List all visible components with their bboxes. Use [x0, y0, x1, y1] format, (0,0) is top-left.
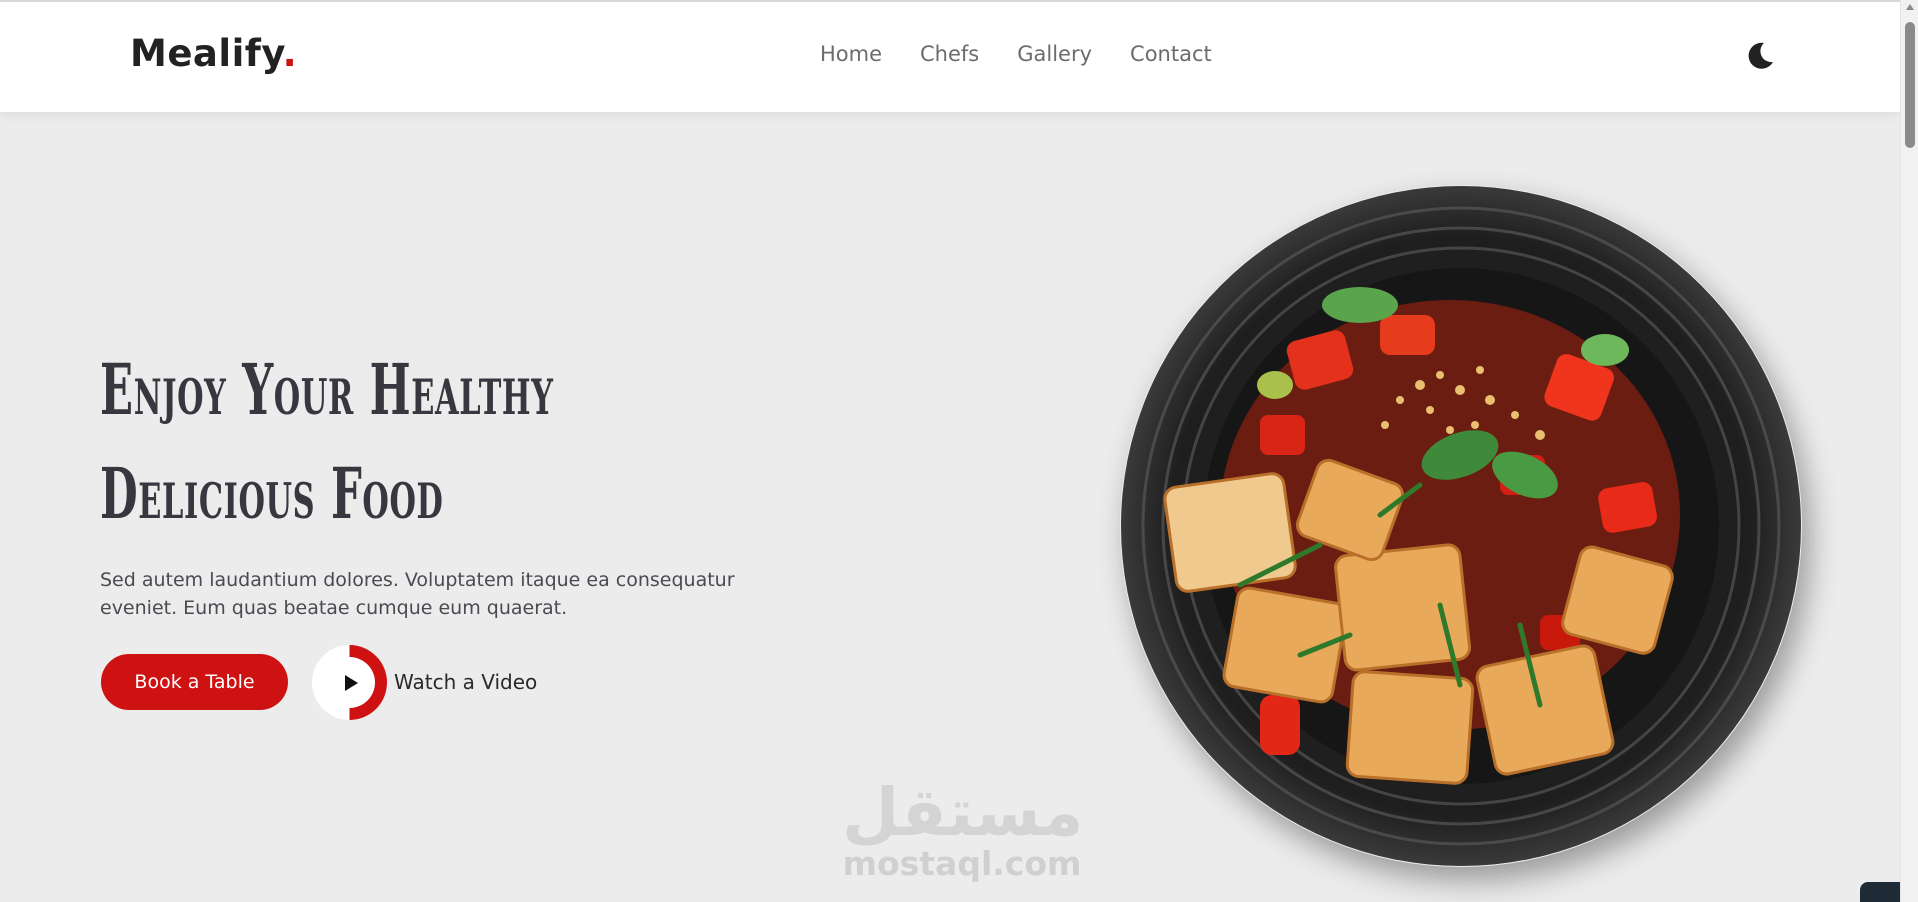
scroll-thumb[interactable] — [1905, 22, 1915, 148]
hero-title-line1: Enjoy Your Healthy — [100, 348, 554, 431]
nav-home[interactable]: Home — [820, 42, 882, 66]
hero-title: Enjoy Your Healthy Delicious Food — [100, 338, 554, 546]
watch-video-label[interactable]: Watch a Video — [394, 670, 537, 694]
moon-icon[interactable] — [1744, 40, 1776, 72]
page-scrollbar[interactable] — [1900, 0, 1918, 902]
site-header: Mealify. Home Chefs Gallery Contact — [0, 0, 1900, 112]
watermark-latin: mostaql.com — [842, 844, 1082, 883]
nav-chefs[interactable]: Chefs — [920, 42, 979, 66]
watermark-arabic: مستقل — [842, 774, 1084, 851]
brand-dot: . — [282, 32, 298, 75]
play-button-center — [324, 657, 375, 708]
brand-logo[interactable]: Mealify. — [130, 32, 297, 75]
brand-name: Mealify — [130, 32, 283, 75]
scroll-up-arrow-icon[interactable] — [1906, 4, 1914, 10]
corner-widget[interactable] — [1860, 882, 1900, 902]
dish-plate-image — [1120, 185, 1802, 867]
hero-title-line2: Delicious Food — [100, 452, 444, 535]
hero-description: Sed autem laudantium dolores. Voluptatem… — [100, 569, 735, 619]
nav-gallery[interactable]: Gallery — [1017, 42, 1092, 66]
watch-video-button[interactable] — [312, 645, 387, 720]
play-icon — [345, 674, 358, 691]
book-table-button[interactable]: Book a Table — [101, 654, 288, 710]
main-nav: Home Chefs Gallery Contact — [820, 42, 1212, 66]
nav-contact[interactable]: Contact — [1130, 42, 1212, 66]
dish-illustration — [1121, 186, 1801, 866]
